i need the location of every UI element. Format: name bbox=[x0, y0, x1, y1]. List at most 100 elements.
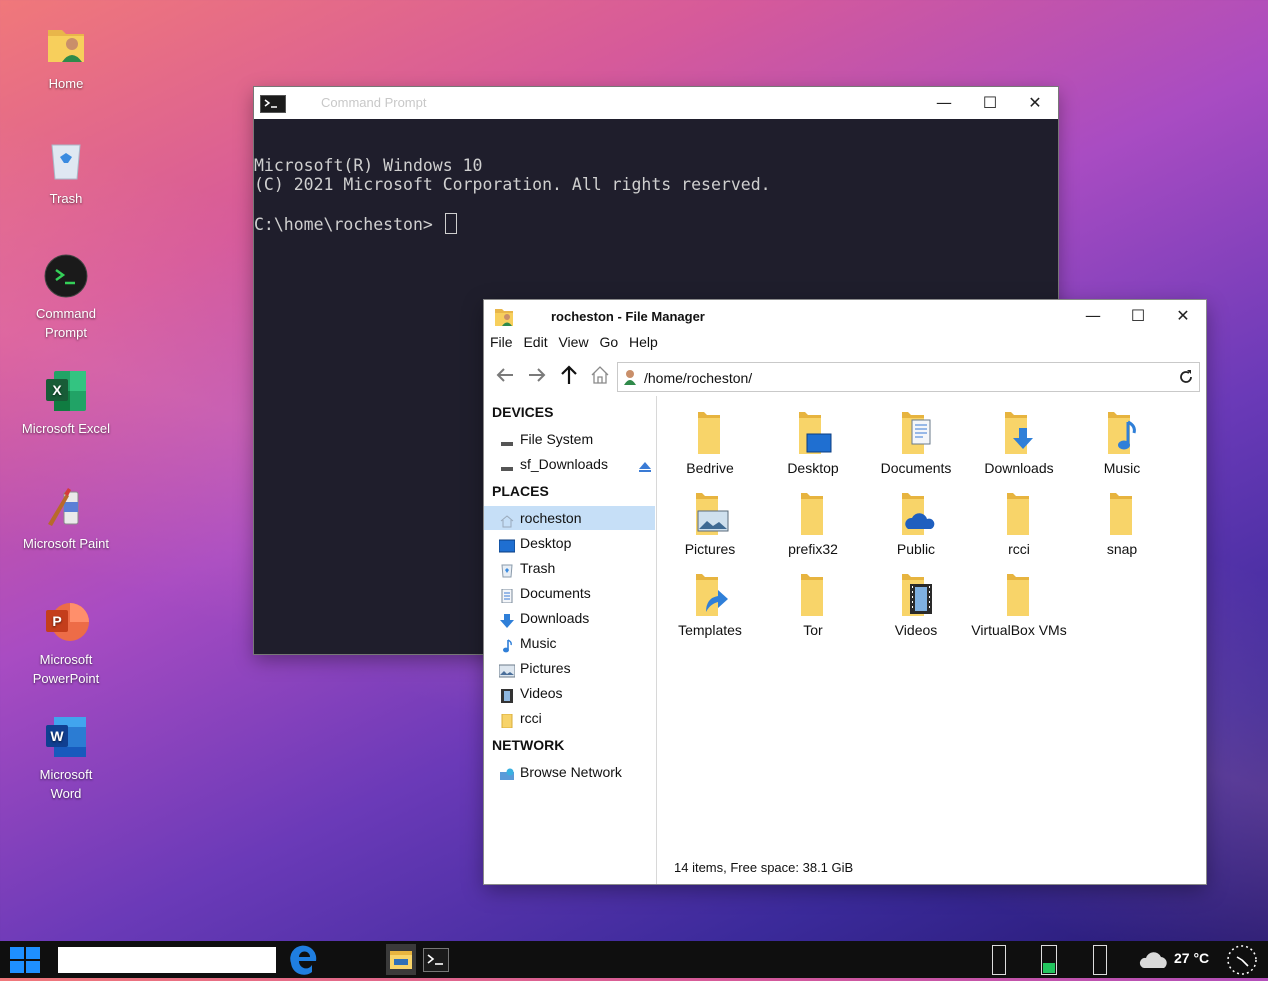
file-item-label: Videos bbox=[894, 622, 938, 638]
cmd-titlebar[interactable]: Command Prompt — ☐ ✕ bbox=[254, 87, 1058, 119]
drive-icon bbox=[499, 432, 515, 446]
taskbar-search-input[interactable] bbox=[58, 947, 276, 973]
sidebar-item-label: sf_Downloads bbox=[520, 456, 608, 472]
file-item-bedrive[interactable]: Bedrive bbox=[658, 408, 762, 476]
file-item-desktop[interactable]: Desktop bbox=[761, 408, 865, 476]
sidebar-item-label: rocheston bbox=[520, 510, 582, 526]
desktop-icon-excel[interactable]: X Microsoft Excel bbox=[12, 367, 120, 438]
sidebar-item-label: Browse Network bbox=[520, 764, 622, 780]
file-item-label: Bedrive bbox=[686, 460, 734, 476]
home-icon bbox=[591, 366, 609, 384]
desktop-icon-trash[interactable]: Trash bbox=[12, 137, 120, 208]
file-item-templates[interactable]: Templates bbox=[658, 570, 762, 638]
folder-icon bbox=[791, 570, 835, 620]
desktop-icon-label: Trash bbox=[49, 191, 83, 206]
refresh-icon bbox=[1180, 370, 1192, 383]
section-places: PLACES bbox=[492, 483, 549, 499]
edge-browser-button[interactable] bbox=[286, 943, 320, 977]
file-manager-icon bbox=[390, 951, 412, 969]
home-icon bbox=[499, 511, 515, 528]
sidebar-item-trash[interactable]: Trash bbox=[484, 556, 655, 580]
sidebar-item-label: Downloads bbox=[520, 610, 590, 626]
refresh-button[interactable] bbox=[1177, 368, 1195, 386]
file-item-documents[interactable]: Documents bbox=[864, 408, 968, 476]
sidebar-item-rcci[interactable]: rcci bbox=[484, 706, 655, 730]
menu-go[interactable]: Go bbox=[599, 334, 618, 350]
weather-temperature[interactable]: 27 °C bbox=[1174, 950, 1209, 966]
file-item-tor[interactable]: Tor bbox=[761, 570, 865, 638]
word-icon: W bbox=[42, 713, 90, 761]
desktop-icon-paint[interactable]: Microsoft Paint bbox=[12, 482, 120, 553]
taskbar-file-manager-button[interactable] bbox=[386, 944, 416, 975]
file-item-videos[interactable]: Videos bbox=[864, 570, 968, 638]
sidebar: DEVICES File System sf_Downloads PLACES … bbox=[484, 396, 657, 884]
minimize-button[interactable]: — bbox=[1070, 300, 1116, 332]
desktop-icon-command-prompt[interactable]: Command Prompt bbox=[12, 252, 120, 342]
sidebar-item-pictures[interactable]: Pictures bbox=[484, 656, 655, 680]
menu-help[interactable]: Help bbox=[629, 334, 658, 350]
taskbar-command-prompt-button[interactable] bbox=[423, 948, 449, 972]
sidebar-item-label: Videos bbox=[520, 685, 563, 701]
file-manager-window[interactable]: rocheston - File Manager — ☐ ✕ File Edit… bbox=[484, 300, 1206, 884]
desktop-icon-home[interactable]: Home bbox=[12, 22, 120, 93]
file-item-public[interactable]: Public bbox=[864, 489, 968, 557]
powerpoint-icon: P bbox=[42, 598, 90, 646]
file-item-music[interactable]: Music bbox=[1070, 408, 1174, 476]
location-bar[interactable] bbox=[617, 362, 1200, 392]
public-folder-icon bbox=[894, 489, 938, 539]
weather-cloud-icon bbox=[1138, 949, 1170, 971]
sidebar-item-downloads[interactable]: Downloads bbox=[484, 606, 655, 630]
sidebar-item-sf-downloads[interactable]: sf_Downloads bbox=[484, 452, 655, 476]
minimize-button[interactable]: — bbox=[921, 87, 967, 119]
sidebar-item-browse-network[interactable]: Browse Network bbox=[484, 760, 655, 784]
menu-edit[interactable]: Edit bbox=[523, 334, 547, 350]
folder-icon bbox=[499, 711, 515, 729]
close-button[interactable]: ✕ bbox=[1160, 300, 1206, 332]
sidebar-item-file-system[interactable]: File System bbox=[484, 427, 655, 451]
desktop-icon-word[interactable]: W Microsoft Word bbox=[12, 713, 120, 803]
svg-text:P: P bbox=[52, 613, 61, 629]
sidebar-item-desktop[interactable]: Desktop bbox=[484, 531, 655, 555]
file-item-label: Pictures bbox=[684, 541, 736, 557]
clock-icon[interactable] bbox=[1225, 943, 1259, 977]
parent-folder-button[interactable] bbox=[555, 364, 583, 392]
recycle-bin-icon bbox=[42, 137, 90, 185]
window-title: rocheston - File Manager bbox=[551, 309, 705, 324]
sidebar-item-documents[interactable]: Documents bbox=[484, 581, 655, 605]
forward-button[interactable] bbox=[523, 364, 551, 392]
home-button[interactable] bbox=[586, 364, 614, 392]
back-button[interactable] bbox=[491, 364, 519, 392]
terminal-icon bbox=[260, 95, 286, 113]
file-item-label: Public bbox=[896, 541, 936, 557]
start-button[interactable] bbox=[8, 945, 42, 975]
sidebar-item-label: Music bbox=[520, 635, 557, 651]
sidebar-item-videos[interactable]: Videos bbox=[484, 681, 655, 705]
eject-icon[interactable] bbox=[638, 457, 652, 472]
toolbar bbox=[484, 362, 1206, 394]
file-item-downloads[interactable]: Downloads bbox=[967, 408, 1071, 476]
file-view[interactable]: Bedrive Desktop Documents Downloads Musi… bbox=[657, 396, 1206, 884]
pictures-folder-icon bbox=[688, 489, 732, 539]
drive-icon bbox=[499, 457, 515, 471]
picture-icon bbox=[498, 661, 516, 678]
maximize-button[interactable]: ☐ bbox=[967, 87, 1013, 119]
sidebar-item-rocheston[interactable]: rocheston bbox=[484, 506, 655, 530]
path-input[interactable] bbox=[642, 367, 1166, 389]
file-item-pictures[interactable]: Pictures bbox=[658, 489, 762, 557]
templates-folder-icon bbox=[688, 570, 732, 620]
desktop-icon-powerpoint[interactable]: P Microsoft PowerPoint bbox=[12, 598, 120, 688]
memory-monitor-icon bbox=[1041, 945, 1057, 975]
sidebar-item-music[interactable]: Music bbox=[484, 631, 655, 655]
file-item-snap[interactable]: snap bbox=[1070, 489, 1174, 557]
fm-titlebar[interactable]: rocheston - File Manager — ☐ ✕ bbox=[484, 300, 1206, 332]
file-item-rcci[interactable]: rcci bbox=[967, 489, 1071, 557]
menu-view[interactable]: View bbox=[558, 334, 588, 350]
document-icon bbox=[499, 586, 515, 604]
menu-file[interactable]: File bbox=[490, 334, 513, 350]
file-item-prefix32[interactable]: prefix32 bbox=[761, 489, 865, 557]
close-button[interactable]: ✕ bbox=[1012, 87, 1058, 119]
arrow-up-icon bbox=[561, 365, 577, 384]
text-cursor bbox=[444, 213, 457, 234]
maximize-button[interactable]: ☐ bbox=[1115, 300, 1161, 332]
file-item-virtualbox-vms[interactable]: VirtualBox VMs bbox=[967, 570, 1071, 638]
